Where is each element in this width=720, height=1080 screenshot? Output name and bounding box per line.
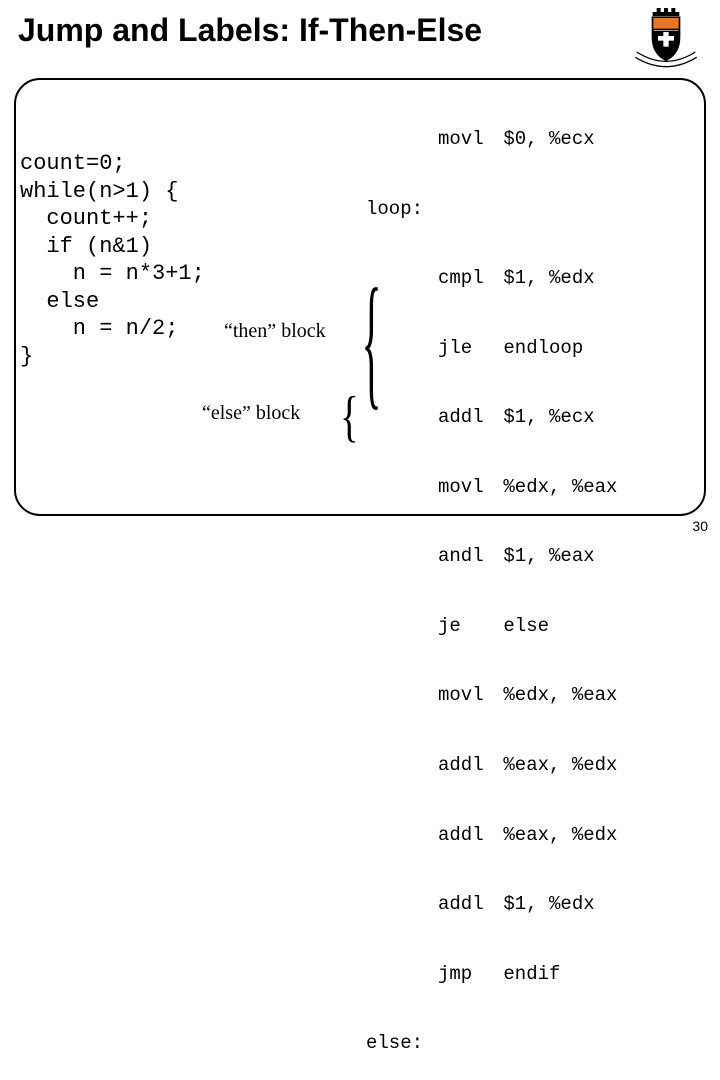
- content-frame: count=0; while(n>1) { count++; if (n&1) …: [14, 78, 706, 516]
- title-row: Jump and Labels: If-Then-Else: [18, 10, 702, 68]
- asm-line: jle endloop: [366, 337, 698, 360]
- page-number: 30: [692, 518, 708, 534]
- princeton-shield-icon: [630, 8, 702, 68]
- asm-line: cmpl $1, %edx: [366, 267, 698, 290]
- asm-line: je else: [366, 615, 698, 638]
- asm-line: andl $1, %eax: [366, 545, 698, 568]
- asm-code-block: movl $0, %ecx loop: cmpl $1, %edx jle en…: [366, 82, 698, 1080]
- asm-line: addl $1, %edx: [366, 893, 698, 916]
- else-block-annotation: “else” block: [202, 402, 300, 425]
- then-block-annotation: “then” block: [224, 320, 326, 343]
- asm-line: movl %edx, %eax: [366, 476, 698, 499]
- asm-label-loop: loop:: [366, 198, 698, 221]
- c-code-block: count=0; while(n>1) { count++; if (n&1) …: [20, 150, 205, 370]
- else-brace-icon: {: [340, 398, 359, 437]
- asm-line: movl $0, %ecx: [366, 128, 698, 151]
- slide-title: Jump and Labels: If-Then-Else: [18, 12, 482, 49]
- asm-line: jmp endif: [366, 963, 698, 986]
- asm-line: addl %eax, %edx: [366, 754, 698, 777]
- slide: Jump and Labels: If-Then-Else count=0; w…: [0, 0, 720, 540]
- asm-line: addl $1, %ecx: [366, 406, 698, 429]
- asm-line: movl %edx, %eax: [366, 684, 698, 707]
- asm-line: addl %eax, %edx: [366, 824, 698, 847]
- asm-label-else: else:: [366, 1032, 698, 1055]
